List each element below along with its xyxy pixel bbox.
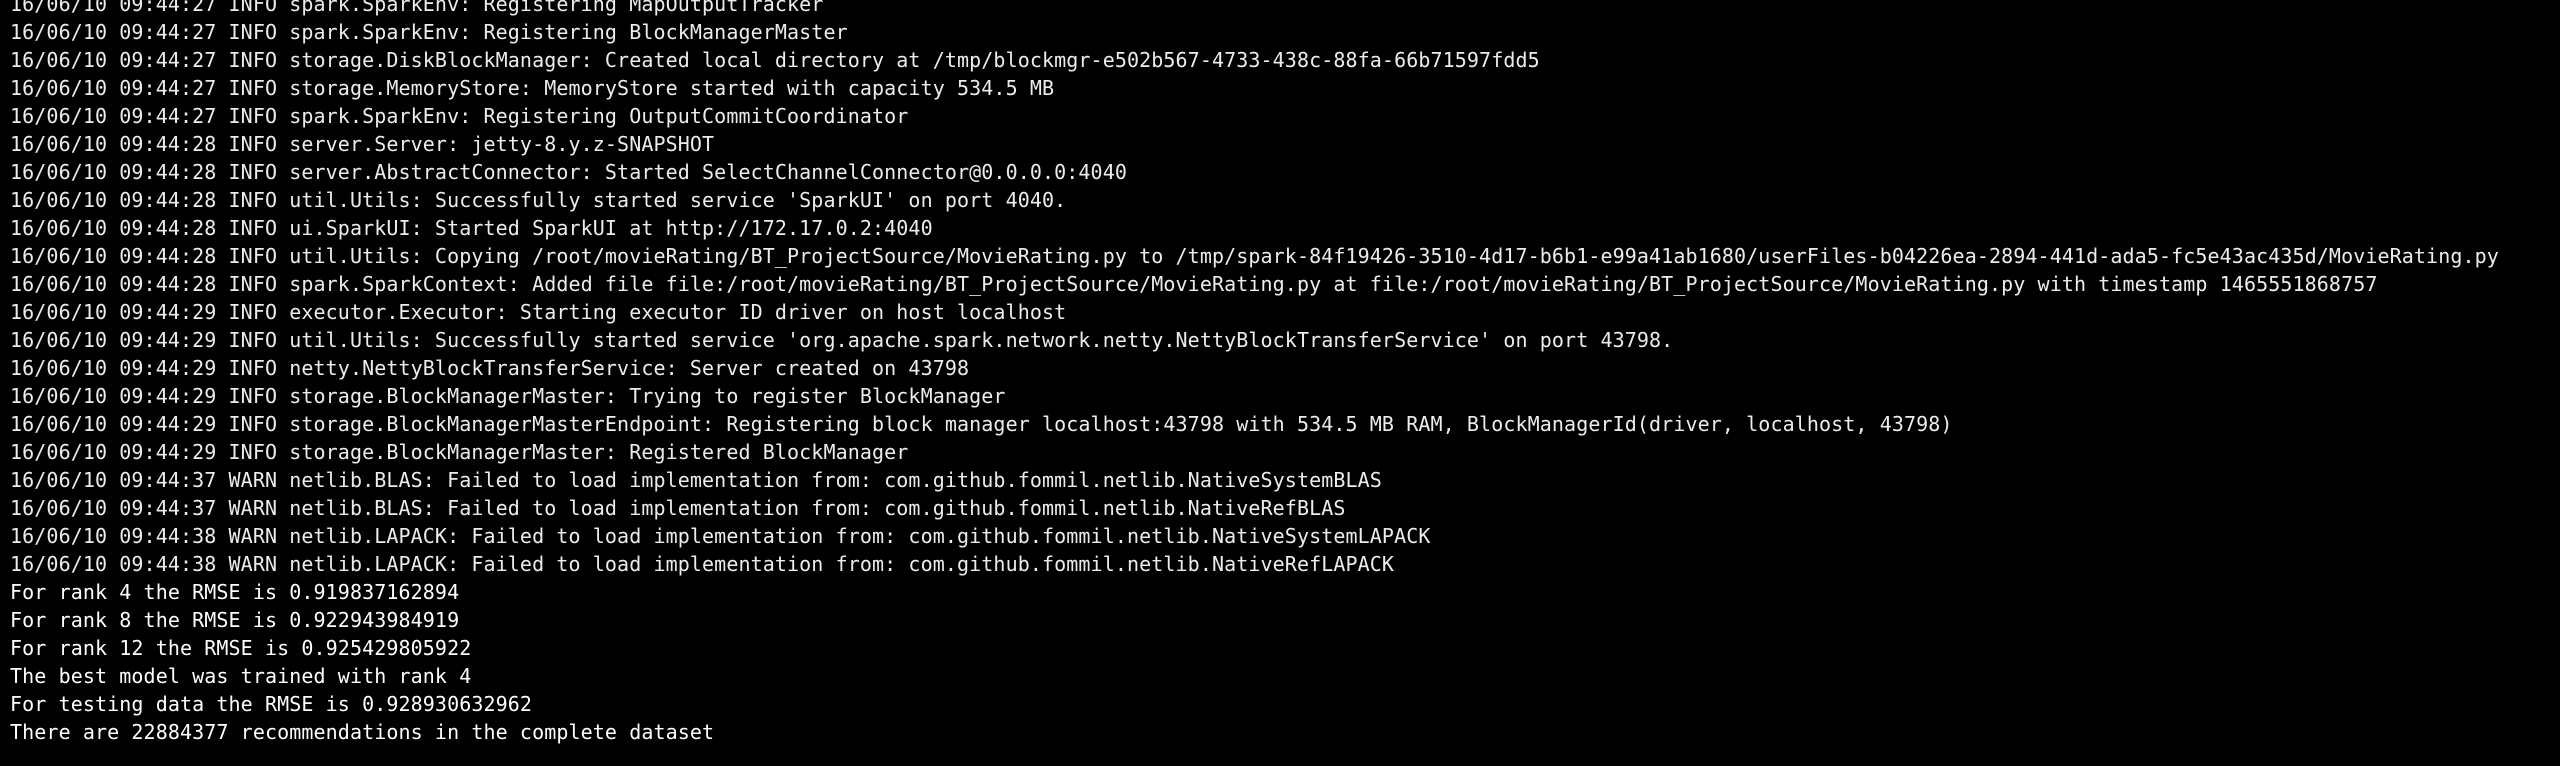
result-line: There are 22884377 recommendations in th…	[10, 720, 715, 744]
log-line: 16/06/10 09:44:27 INFO storage.MemorySto…	[10, 76, 1055, 100]
log-line: 16/06/10 09:44:28 INFO ui.SparkUI: Start…	[10, 216, 933, 240]
log-line: 16/06/10 09:44:28 INFO spark.SparkContex…	[10, 272, 2378, 296]
result-line: The best model was trained with rank 4	[10, 664, 472, 688]
log-line: 16/06/10 09:44:29 INFO util.Utils: Succe…	[10, 328, 1674, 352]
result-line: For rank 4 the RMSE is 0.919837162894	[10, 580, 460, 604]
warn-line: 16/06/10 09:44:38 WARN netlib.LAPACK: Fa…	[10, 552, 1395, 576]
result-line: For rank 8 the RMSE is 0.922943984919	[10, 608, 460, 632]
warn-line: 16/06/10 09:44:37 WARN netlib.BLAS: Fail…	[10, 496, 1346, 520]
result-line: For rank 12 the RMSE is 0.925429805922	[10, 636, 472, 660]
log-line: 16/06/10 09:44:27 INFO spark.SparkEnv: R…	[10, 20, 848, 44]
log-line: 16/06/10 09:44:28 INFO util.Utils: Copyi…	[10, 244, 2499, 268]
warn-line: 16/06/10 09:44:38 WARN netlib.LAPACK: Fa…	[10, 524, 1431, 548]
warn-line: 16/06/10 09:44:37 WARN netlib.BLAS: Fail…	[10, 468, 1382, 492]
log-line: 16/06/10 09:44:29 INFO storage.BlockMana…	[10, 412, 1953, 436]
log-line: 16/06/10 09:44:28 INFO util.Utils: Succe…	[10, 188, 1067, 212]
log-line: 16/06/10 09:44:27 INFO spark.SparkEnv: R…	[10, 0, 824, 16]
log-line: 16/06/10 09:44:27 INFO storage.DiskBlock…	[10, 48, 1540, 72]
log-line: 16/06/10 09:44:29 INFO executor.Executor…	[10, 300, 1067, 324]
log-line: 16/06/10 09:44:29 INFO netty.NettyBlockT…	[10, 356, 970, 380]
log-line: 16/06/10 09:44:29 INFO storage.BlockMana…	[10, 384, 1006, 408]
log-line: 16/06/10 09:44:28 INFO server.Server: je…	[10, 132, 715, 156]
log-line: 16/06/10 09:44:27 INFO spark.SparkEnv: R…	[10, 104, 909, 128]
log-line: 16/06/10 09:44:29 INFO storage.BlockMana…	[10, 440, 909, 464]
result-line: For testing data the RMSE is 0.928930632…	[10, 692, 533, 716]
terminal-output: 16/06/10 09:44:27 INFO spark.SparkEnv: R…	[10, 0, 2499, 746]
log-line: 16/06/10 09:44:28 INFO server.AbstractCo…	[10, 160, 1127, 184]
terminal-window[interactable]: 16/06/10 09:44:27 INFO spark.SparkEnv: R…	[0, 0, 2560, 766]
